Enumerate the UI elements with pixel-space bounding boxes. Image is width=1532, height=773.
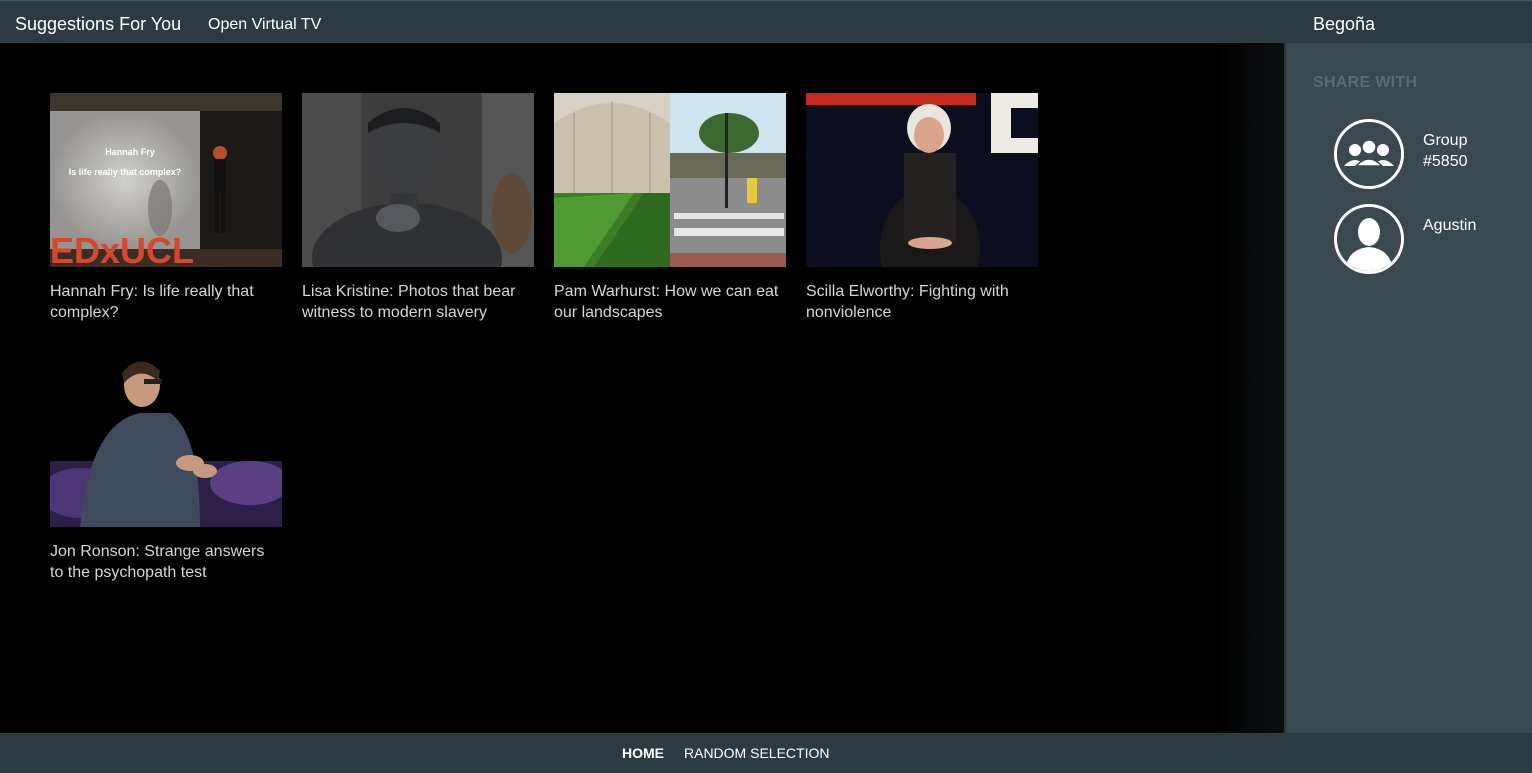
video-thumbnail[interactable] xyxy=(302,93,534,267)
video-title[interactable]: Lisa Kristine: Photos that bear witness … xyxy=(302,281,534,323)
video-title[interactable]: Hannah Fry: Is life really that complex? xyxy=(50,281,282,323)
contact-name[interactable]: Group #5850 xyxy=(1423,130,1513,172)
bottom-nav: HOME RANDOM SELECTION xyxy=(0,733,1532,773)
video-card-hannah-fry[interactable]: Hannah Fry Is life really that complex? … xyxy=(50,93,282,323)
video-title[interactable]: Scilla Elworthy: Fighting with nonviolen… xyxy=(806,281,1038,323)
nav-home[interactable]: HOME xyxy=(622,745,664,761)
video-card-scilla-elworthy[interactable]: Scilla Elworthy: Fighting with nonviolen… xyxy=(806,93,1038,323)
portrait-photo xyxy=(302,93,534,267)
video-title[interactable]: Pam Warhurst: How we can eat our landsca… xyxy=(554,281,786,323)
video-card-pam-warhurst[interactable]: Pam Warhurst: How we can eat our landsca… xyxy=(554,93,786,323)
slide-name-text: Hannah Fry xyxy=(105,147,155,157)
video-thumbnail[interactable]: Hannah Fry Is life really that complex? … xyxy=(50,93,282,267)
video-card-lisa-kristine[interactable]: Lisa Kristine: Photos that bear witness … xyxy=(302,93,534,323)
user-name[interactable]: Begoña xyxy=(1313,14,1375,35)
contact-group-5850[interactable]: Group #5850 xyxy=(1334,119,1524,189)
greenhouse-and-street-photo xyxy=(554,93,786,267)
video-thumbnail[interactable] xyxy=(554,93,786,267)
contact-agustin[interactable]: Agustin xyxy=(1334,204,1524,274)
nav-random-selection[interactable]: RANDOM SELECTION xyxy=(684,745,829,761)
talk-stage-image: Hannah Fry Is life really that complex? … xyxy=(50,93,282,267)
video-thumbnail[interactable] xyxy=(806,93,1038,267)
video-thumbnail[interactable] xyxy=(50,353,282,527)
share-with-heading: SHARE WITH xyxy=(1313,74,1418,91)
video-card-jon-ronson[interactable]: Jon Ronson: Strange answers to the psych… xyxy=(50,353,282,583)
video-grid: Hannah Fry Is life really that complex? … xyxy=(0,43,1284,733)
open-virtual-tv-link[interactable]: Open Virtual TV xyxy=(208,16,321,34)
speaker-on-stage-photo xyxy=(806,93,1038,267)
group-icon xyxy=(1334,119,1404,189)
contact-name[interactable]: Agustin xyxy=(1423,215,1513,236)
share-sidebar: SHARE WITH Group #5850 Agustin xyxy=(1284,43,1532,733)
page-title: Suggestions For You xyxy=(15,14,182,34)
video-title[interactable]: Jon Ronson: Strange answers to the psych… xyxy=(50,541,282,583)
top-bar: Suggestions For You Open Virtual TV Bego… xyxy=(0,0,1532,43)
slide-question-text: Is life really that complex? xyxy=(69,167,182,177)
user-icon xyxy=(1334,204,1404,274)
tedx-logo-text: EDxUCL xyxy=(50,230,194,267)
speaker-gesturing-photo xyxy=(50,353,282,527)
